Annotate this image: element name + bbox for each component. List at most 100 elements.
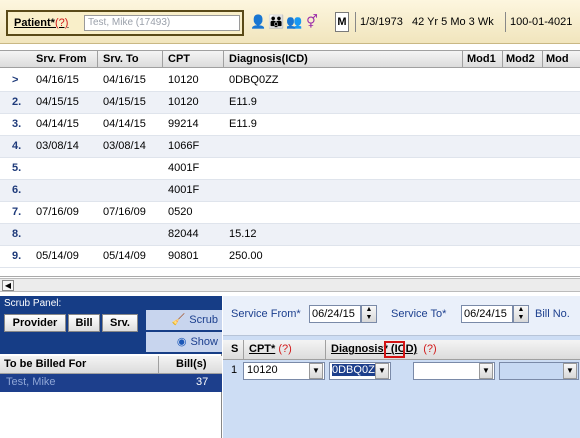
cpt-help-link[interactable]: (?) [278,343,291,355]
show-button[interactable]: ◉ Show [146,332,222,352]
patient-sex: M [335,12,349,32]
cell-srv-to: 07/16/09 [103,206,146,218]
service-to-label[interactable]: Service To* [391,308,446,320]
cell-srv-from: 04/16/15 [36,74,79,86]
service-to-spinner[interactable]: ▲ ▼ [513,305,529,323]
horizontal-scrollbar[interactable]: ◀ [0,278,580,292]
cell-cpt: 10120 [168,74,199,86]
cell-srv-to: 03/08/14 [103,140,146,152]
show-label: Show [190,336,218,348]
people-icon[interactable]: 👥 [286,12,302,32]
to-be-billed-row[interactable]: Test, Mike 37 [0,374,222,392]
service-from-spinner[interactable]: ▲ ▼ [361,305,377,323]
cell-srv-to: 05/14/09 [103,250,146,262]
diagnosis-2-dropdown-icon[interactable]: ▼ [479,363,493,379]
patient-account: 100-01-4021 [510,16,573,28]
divider [97,51,98,68]
table-row[interactable]: 6. 4001F [0,180,580,202]
row-number: 7. [12,206,22,218]
col-to-be-billed[interactable]: To be Billed For [4,358,86,370]
table-row[interactable]: 5. 4001F [0,158,580,180]
cell-srv-from: 05/14/09 [36,250,79,262]
divider [502,51,503,68]
col-mod[interactable]: Mod [546,53,569,65]
col-cpt-required[interactable]: CPT* (?) [249,343,292,355]
to-be-billed-header: To be Billed For Bill(s) [0,356,222,374]
divider [223,51,224,68]
billing-window: Patient*(?) Test, Mike (17493) 👤 👪 👥 ⚥ M… [0,0,580,438]
col-srv-to[interactable]: Srv. To [103,53,139,65]
row-number: 6. [12,184,22,196]
patient-label[interactable]: Patient*(?) [14,17,68,29]
table-row[interactable]: 7. 07/16/09 07/16/09 0520 [0,202,580,224]
cell-diagnosis: E11.9 [229,96,257,108]
table-row[interactable]: 9. 05/14/09 05/14/09 90801 250.00 [0,246,580,268]
diagnosis-help-link[interactable]: (?) [423,343,436,355]
col-srv-from[interactable]: Srv. From [36,53,87,65]
divider [162,51,163,68]
grid-header: Srv. From Srv. To CPT Diagnosis(ICD) Mod… [0,50,580,68]
col-mod2[interactable]: Mod2 [506,53,535,65]
table-row[interactable]: 4. 03/08/14 03/08/14 1066F [0,136,580,158]
patient-age: 42 Yr 5 Mo 3 Wk [412,16,494,28]
cell-srv-to: 04/15/15 [103,96,146,108]
provider-button[interactable]: Provider [4,314,66,332]
service-dates-bar: Service From* 06/24/15 ▲ ▼ Service To* 06… [223,296,580,336]
patient-selector: Patient*(?) Test, Mike (17493) [6,10,244,36]
cell-cpt: 4001F [168,184,200,196]
col-bills[interactable]: Bill(s) [176,358,207,370]
row-number: 5. [12,162,22,174]
entry-row-number: 1 [231,364,238,376]
scrub-panel-title: Scrub Panel: [4,298,62,309]
scrub-panel-header: Scrub Panel: Provider Bill Srv. 🧹 Scrub ◉… [0,296,222,354]
cpt-dropdown-icon[interactable]: ▼ [309,363,323,379]
row-number: 9. [12,250,22,262]
diagnosis-3-dropdown-icon[interactable]: ▼ [563,363,577,379]
col-mod1[interactable]: Mod1 [467,53,496,65]
table-row[interactable]: 3. 04/14/15 04/14/15 99214 E11.9 [0,114,580,136]
service-from-input[interactable]: 06/24/15 [309,305,361,323]
table-row[interactable]: 2. 04/15/15 04/15/15 10120 E11.9 [0,92,580,114]
divider [158,356,159,373]
gender-icon[interactable]: ⚥ [304,12,320,32]
divider [355,12,356,32]
patient-name-field[interactable]: Test, Mike (17493) [84,15,240,31]
cell-cpt: 4001F [168,162,200,174]
cell-srv-from: 04/15/15 [36,96,79,108]
person-icon[interactable]: 👤 [250,12,266,32]
divider [505,12,506,32]
bill-no-label: Bill No. [535,308,570,320]
scrub-button[interactable]: 🧹 Scrub [146,310,222,330]
divider [542,51,543,68]
table-row[interactable]: > 04/16/15 04/16/15 10120 0DBQ0ZZ [0,70,580,92]
service-from-label[interactable]: Service From* [231,308,301,320]
services-grid: Srv. From Srv. To CPT Diagnosis(ICD) Mod… [0,45,580,292]
diagnosis-dropdown-icon[interactable]: ▼ [375,363,389,379]
srv-button[interactable]: Srv. [102,314,138,332]
broom-icon: 🧹 [171,314,186,326]
cell-cpt: 0520 [168,206,193,218]
col-s: S [231,343,239,355]
table-row[interactable]: 8. 82044 15.12 [0,224,580,246]
col-cpt[interactable]: CPT [168,53,190,65]
eye-icon: ◉ [176,336,187,348]
cell-cpt: 99214 [168,118,199,130]
row-number: 4. [12,140,22,152]
cell-diagnosis: 0DBQ0ZZ [229,74,279,86]
entry-row[interactable]: 1 10120 ▼ 0DBQ0ZZ ▼ ▼ ▼ [223,362,580,382]
cell-cpt: 90801 [168,250,199,262]
highlight-box [384,341,405,358]
scroll-left-icon[interactable]: ◀ [2,280,14,291]
col-diagnosis[interactable]: Diagnosis(ICD) [229,53,308,65]
cell-cpt: 82044 [168,228,199,240]
patient-dob: 1/3/1973 [360,16,403,28]
cell-diagnosis: 250.00 [229,250,263,262]
bill-button[interactable]: Bill [68,314,100,332]
scrub-panel: Scrub Panel: Provider Bill Srv. 🧹 Scrub ◉… [0,296,222,438]
patient-help-link[interactable]: (?) [55,17,68,29]
service-to-input[interactable]: 06/24/15 [461,305,513,323]
family-icon[interactable]: 👪 [268,12,284,32]
cell-srv-to: 04/16/15 [103,74,146,86]
row-number: 3. [12,118,22,130]
cell-srv-from: 03/08/14 [36,140,79,152]
